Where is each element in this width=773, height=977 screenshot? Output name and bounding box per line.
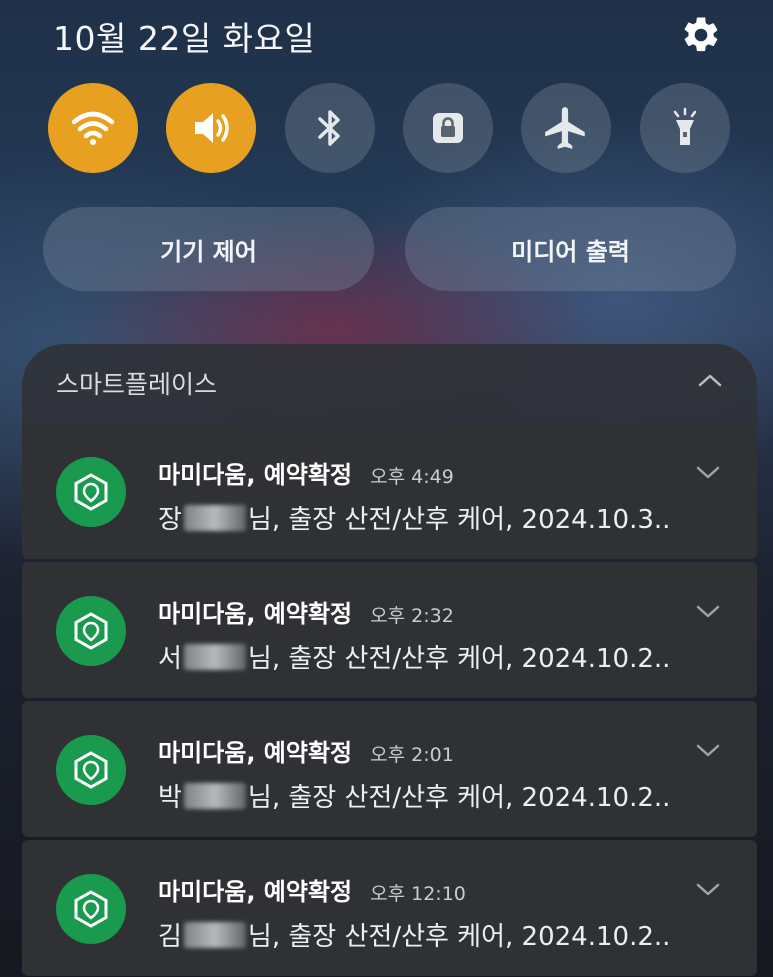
- notification-time: 오후 2:01: [370, 744, 454, 766]
- device-control-label: 기기 제어: [160, 237, 257, 266]
- notification-card[interactable]: 마미다움, 예약확정 오후 12:10 김 님, 출장 산전/산후 케어, 20…: [22, 840, 757, 976]
- notification-body: 님, 출장 산전/산후 케어, 2024.10.3..: [247, 505, 671, 535]
- smartplace-icon: [74, 473, 108, 511]
- notification-card[interactable]: 마미다움, 예약확정 오후 2:01 박 님, 출장 산전/산후 케어, 202…: [22, 701, 757, 837]
- wifi-toggle[interactable]: [48, 83, 138, 173]
- notification-body: 님, 출장 산전/산후 케어, 2024.10.2..: [247, 644, 671, 674]
- app-icon: [56, 457, 126, 527]
- date-label: 10월 22일 화요일: [53, 19, 316, 58]
- chevron-down-icon[interactable]: [695, 465, 721, 481]
- gear-icon[interactable]: [680, 14, 722, 56]
- notification-body-prefix: 김: [158, 922, 182, 952]
- notification-title: 마미다움, 예약확정: [158, 739, 353, 767]
- chevron-down-icon[interactable]: [695, 743, 721, 759]
- notification-time: 오후 12:10: [370, 883, 466, 905]
- media-output-button[interactable]: 미디어 출력: [405, 207, 736, 291]
- notification-card[interactable]: 마미다움, 예약확정 오후 2:32 서 님, 출장 산전/산후 케어, 202…: [22, 562, 757, 698]
- wifi-icon: [71, 111, 115, 145]
- redacted-name: [183, 782, 246, 809]
- app-icon: [56, 735, 126, 805]
- bluetooth-icon: [318, 110, 340, 146]
- device-control-button[interactable]: 기기 제어: [43, 207, 374, 291]
- chevron-down-icon[interactable]: [695, 604, 721, 620]
- notification-title: 마미다움, 예약확정: [158, 878, 353, 906]
- redacted-name: [183, 921, 246, 948]
- bluetooth-toggle[interactable]: [285, 83, 375, 173]
- flashlight-icon: [673, 107, 697, 145]
- notification-title: 마미다움, 예약확정: [158, 600, 353, 628]
- notification-body: 님, 출장 산전/산후 케어, 2024.10.2..: [247, 783, 671, 813]
- sound-icon: [195, 113, 229, 143]
- redacted-name: [183, 643, 246, 670]
- lock-rotation-icon: [433, 113, 463, 143]
- screen-lock-toggle[interactable]: [403, 83, 493, 173]
- smartplace-icon: [74, 612, 108, 650]
- smartplace-icon: [74, 751, 108, 789]
- airplane-toggle[interactable]: [521, 83, 611, 173]
- notification-title: 마미다움, 예약확정: [158, 461, 353, 489]
- notification-body-prefix: 장: [158, 505, 182, 535]
- notification-time: 오후 4:49: [370, 466, 454, 488]
- sound-toggle[interactable]: [166, 83, 256, 173]
- notification-body: 님, 출장 산전/산후 케어, 2024.10.2..: [247, 922, 671, 952]
- chevron-up-icon[interactable]: [696, 370, 724, 390]
- redacted-name: [183, 504, 246, 531]
- notification-group-title: 스마트플레이스: [56, 370, 218, 399]
- notification-time: 오후 2:32: [370, 605, 454, 627]
- smartplace-icon: [74, 890, 108, 928]
- app-icon: [56, 874, 126, 944]
- notification-card[interactable]: 마미다움, 예약확정 오후 4:49 장 님, 출장 산전/산후 케어, 202…: [22, 423, 757, 559]
- app-icon: [56, 596, 126, 666]
- airplane-icon: [545, 107, 585, 149]
- media-output-label: 미디어 출력: [511, 237, 630, 266]
- chevron-down-icon[interactable]: [695, 882, 721, 898]
- notification-body-prefix: 박: [158, 783, 182, 813]
- flashlight-toggle[interactable]: [640, 83, 730, 173]
- notification-body-prefix: 서: [158, 644, 182, 674]
